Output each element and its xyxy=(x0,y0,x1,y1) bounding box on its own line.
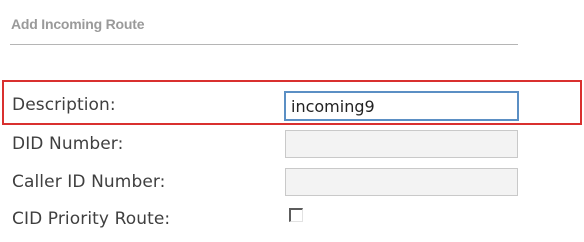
caller-id-number-input[interactable] xyxy=(285,168,518,196)
description-input[interactable] xyxy=(284,91,519,121)
cid-priority-route-label: CID Priority Route: xyxy=(12,209,171,229)
section-divider xyxy=(10,44,518,45)
section-title: Add Incoming Route xyxy=(11,16,145,32)
description-label: Description: xyxy=(12,95,116,115)
did-number-input[interactable] xyxy=(285,130,518,158)
caller-id-number-label: Caller ID Number: xyxy=(12,172,166,192)
did-number-label: DID Number: xyxy=(12,134,124,154)
cid-priority-route-checkbox[interactable] xyxy=(289,208,303,222)
